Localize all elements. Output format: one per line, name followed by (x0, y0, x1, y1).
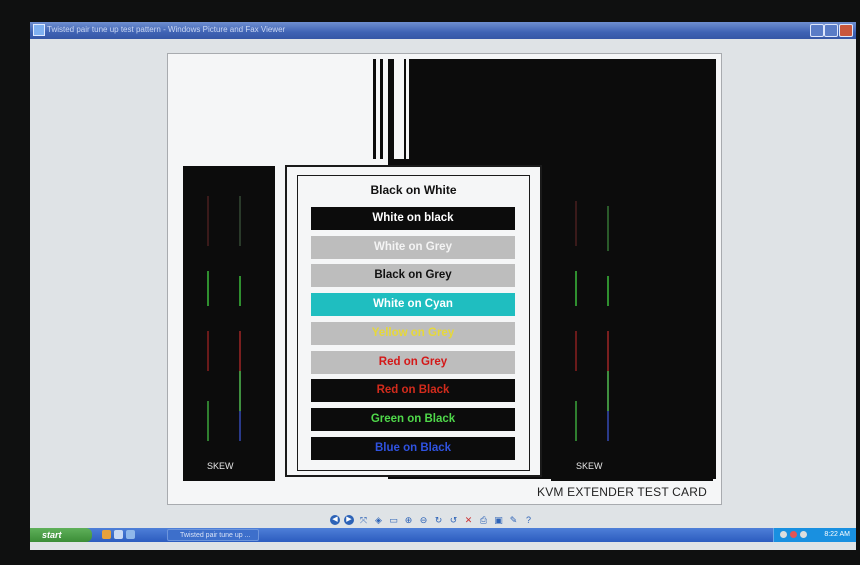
start-button[interactable]: start (30, 528, 92, 542)
skew-line (239, 371, 241, 411)
color-bars-frame: Black on White White on black White on Gr… (285, 165, 542, 477)
skew-panel-right: SKEW (551, 166, 713, 481)
skew-line (607, 411, 609, 441)
picture-viewer-icon (33, 24, 45, 36)
network-icon[interactable] (780, 531, 787, 538)
color-bar: Black on Grey (311, 264, 515, 288)
card-caption: KVM EXTENDER TEST CARD (537, 485, 707, 499)
clock: 8:22 AM (824, 531, 850, 538)
actual-size-button[interactable]: ◈ (373, 515, 384, 526)
rotate-counterclockwise-button[interactable]: ↺ (448, 515, 459, 526)
monitor-screen: Twisted pair tune up test pattern - Wind… (30, 22, 856, 550)
skew-line (575, 401, 577, 441)
close-button[interactable] (839, 24, 853, 37)
previous-image-button[interactable]: ◀ (330, 515, 340, 525)
email-icon[interactable] (114, 530, 123, 539)
color-bar: Red on Black (311, 379, 515, 403)
next-image-button[interactable]: ▶ (344, 515, 354, 525)
skew-line (207, 331, 209, 371)
vertical-stripe (394, 59, 404, 159)
skew-line (607, 276, 609, 306)
image-viewer-area: SKEW SKEW Black on White White on black W… (30, 39, 856, 525)
zoom-out-button[interactable]: ⊖ (418, 515, 429, 526)
color-bar: White on Grey (311, 235, 515, 259)
skew-label: SKEW (576, 461, 603, 471)
show-desktop-icon[interactable] (126, 530, 135, 539)
minimize-button[interactable] (810, 24, 824, 37)
color-bar: White on black (311, 207, 515, 230)
color-bar: Blue on Black (311, 436, 515, 460)
black-on-white-label: Black on White (370, 183, 457, 197)
browser-icon[interactable] (102, 530, 111, 539)
skew-line (607, 331, 609, 371)
rotate-clockwise-button[interactable]: ↻ (433, 515, 444, 526)
maximize-button[interactable] (824, 24, 838, 37)
security-icon[interactable] (790, 531, 797, 538)
system-tray: 8:22 AM (773, 528, 856, 542)
taskbar: start Twisted pair tune up ... 8:22 AM (30, 528, 856, 542)
help-button[interactable]: ? (523, 515, 534, 525)
viewer-toolbar: ◀ ▶ ⤧ ◈ ▭ ⊕ ⊖ ↻ ↺ ✕ ⎙ ▣ ✎? (330, 513, 534, 527)
edit-button[interactable]: ✎ (508, 515, 519, 526)
skew-line (607, 206, 609, 251)
skew-line (575, 201, 577, 246)
skew-line (207, 196, 209, 246)
skew-label: SKEW (207, 461, 234, 471)
window-titlebar[interactable]: Twisted pair tune up test pattern - Wind… (30, 22, 856, 39)
vertical-stripe (373, 59, 376, 159)
skew-line (575, 331, 577, 371)
skew-line (239, 196, 241, 246)
skew-line (607, 371, 609, 411)
vertical-stripe (380, 59, 383, 159)
skew-line (239, 276, 241, 306)
color-bar: Green on Black (311, 407, 515, 431)
quick-launch (102, 530, 135, 539)
taskbar-window-button[interactable]: Twisted pair tune up ... (167, 529, 259, 541)
skew-line (575, 271, 577, 306)
zoom-in-button[interactable]: ⊕ (403, 515, 414, 526)
skew-line (207, 401, 209, 441)
color-bar: Red on Grey (311, 350, 515, 374)
skew-line (239, 411, 241, 441)
delete-button[interactable]: ✕ (463, 515, 474, 526)
skew-line (239, 331, 241, 371)
volume-icon[interactable] (800, 531, 807, 538)
print-button[interactable]: ⎙ (478, 515, 489, 526)
best-fit-button[interactable]: ⤧ (358, 515, 369, 526)
test-card-image: SKEW SKEW Black on White White on black W… (167, 53, 722, 505)
slideshow-button[interactable]: ▭ (388, 515, 399, 526)
skew-panel-left: SKEW (183, 166, 275, 481)
window-title: Twisted pair tune up test pattern - Wind… (47, 25, 286, 34)
save-button[interactable]: ▣ (493, 515, 504, 526)
vertical-stripe (406, 59, 409, 159)
skew-line (207, 271, 209, 306)
color-bar: Yellow on Grey (311, 321, 515, 345)
color-bar: White on Cyan (311, 293, 515, 317)
